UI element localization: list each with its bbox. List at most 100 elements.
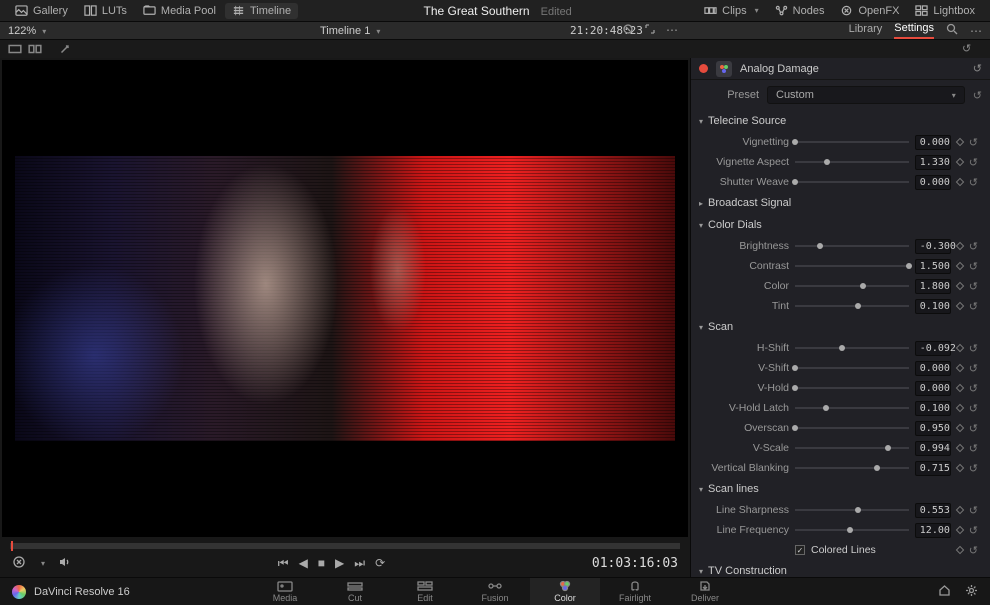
inspector-scroll[interactable]: ▾Telecine Source Vignetting 0.000 ↺ Vign… (691, 110, 990, 577)
mini-timeline[interactable] (10, 543, 680, 549)
page-fairlight[interactable]: Fairlight (600, 578, 670, 605)
preset-select[interactable]: Custom ▾ (767, 86, 965, 104)
keyframe-icon[interactable] (956, 262, 964, 270)
zoom-level[interactable]: 122% ▾ (8, 25, 46, 37)
page-deliver[interactable]: Deliver (670, 578, 740, 605)
param-reset-icon[interactable]: ↺ (969, 156, 978, 169)
checkbox[interactable]: ✓ (795, 545, 805, 555)
section-scan[interactable]: ▾Scan (691, 316, 986, 338)
param-slider[interactable] (795, 523, 909, 537)
lightbox-tab[interactable]: Lightbox (908, 3, 982, 19)
param-slider[interactable] (795, 135, 909, 149)
param-reset-icon[interactable]: ↺ (969, 402, 978, 415)
param-value[interactable]: 1.500 (915, 259, 951, 274)
settings-tab[interactable]: Settings (894, 22, 934, 39)
param-slider[interactable] (795, 155, 909, 169)
viewer-timecode[interactable]: 01:03:16:03 (592, 556, 678, 571)
keyframe-icon[interactable] (956, 302, 964, 310)
enable-dot-icon[interactable] (699, 64, 708, 73)
param-slider[interactable] (795, 259, 909, 273)
param-value[interactable]: 0.553 (915, 503, 951, 518)
first-frame-icon[interactable]: ⏮ (278, 556, 289, 571)
param-value[interactable]: 1.800 (915, 279, 951, 294)
keyframe-icon[interactable] (956, 384, 964, 392)
page-color[interactable]: Color (530, 578, 600, 605)
chevron-down-icon[interactable]: ▾ (41, 559, 45, 568)
section-scan-lines[interactable]: ▾Scan lines (691, 478, 986, 500)
page-fusion[interactable]: Fusion (460, 578, 530, 605)
param-reset-icon[interactable]: ↺ (969, 544, 978, 557)
param-reset-icon[interactable]: ↺ (969, 240, 978, 253)
gallery-tab[interactable]: Gallery (8, 3, 75, 19)
keyframe-icon[interactable] (956, 404, 964, 412)
section-tv[interactable]: ▾TV Construction (691, 560, 986, 577)
highlight-icon[interactable] (58, 42, 72, 56)
param-slider[interactable] (795, 401, 909, 415)
param-reset-icon[interactable]: ↺ (969, 280, 978, 293)
param-slider[interactable] (795, 503, 909, 517)
param-value[interactable]: 12.00 (915, 523, 951, 538)
keyframe-icon[interactable] (956, 464, 964, 472)
timeline-tab[interactable]: Timeline (225, 3, 298, 19)
param-reset-icon[interactable]: ↺ (969, 462, 978, 475)
search-icon[interactable] (946, 23, 958, 38)
prev-frame-icon[interactable]: ◀ (299, 556, 308, 570)
preset-reset-icon[interactable]: ↺ (973, 89, 982, 102)
keyframe-icon[interactable] (956, 282, 964, 290)
param-reset-icon[interactable]: ↺ (969, 442, 978, 455)
page-media[interactable]: Media (250, 578, 320, 605)
section-broadcast[interactable]: ▸Broadcast Signal (691, 192, 986, 214)
param-value[interactable]: 0.000 (915, 361, 951, 376)
param-slider[interactable] (795, 461, 909, 475)
page-edit[interactable]: Edit (390, 578, 460, 605)
param-value[interactable]: -0.092 (915, 341, 951, 356)
keyframe-icon[interactable] (956, 546, 964, 554)
timeline-selector[interactable]: Timeline 1 ▾ (320, 25, 380, 37)
param-reset-icon[interactable]: ↺ (969, 136, 978, 149)
param-reset-icon[interactable]: ↺ (969, 300, 978, 313)
param-reset-icon[interactable]: ↺ (969, 176, 978, 189)
play-icon[interactable]: ▶ (335, 556, 344, 570)
home-icon[interactable] (938, 584, 951, 600)
last-frame-icon[interactable]: ⏭ (354, 556, 365, 571)
openfx-tab[interactable]: OpenFX (833, 3, 906, 19)
param-value[interactable]: 0.994 (915, 441, 951, 456)
keyframe-icon[interactable] (956, 158, 964, 166)
param-value[interactable]: 0.000 (915, 381, 951, 396)
param-value[interactable]: 0.100 (915, 401, 951, 416)
param-slider[interactable] (795, 175, 909, 189)
nodes-tab[interactable]: Nodes (768, 3, 832, 19)
viewer-canvas[interactable] (2, 60, 688, 537)
stop-icon[interactable]: ■ (318, 556, 325, 570)
param-slider[interactable] (795, 279, 909, 293)
gear-icon[interactable] (965, 584, 978, 600)
loop-icon[interactable]: ⟳ (375, 556, 385, 570)
bypass-icon[interactable] (622, 23, 634, 38)
param-slider[interactable] (795, 239, 909, 253)
param-reset-icon[interactable]: ↺ (969, 260, 978, 273)
param-value[interactable]: 1.330 (915, 155, 951, 170)
param-reset-icon[interactable]: ↺ (969, 422, 978, 435)
param-value[interactable]: 0.950 (915, 421, 951, 436)
keyframe-icon[interactable] (956, 344, 964, 352)
param-value[interactable]: -0.300 (915, 239, 951, 254)
library-tab[interactable]: Library (849, 23, 883, 38)
param-reset-icon[interactable]: ↺ (969, 504, 978, 517)
more-icon[interactable]: ⋯ (666, 23, 678, 38)
page-cut[interactable]: Cut (320, 578, 390, 605)
luts-tab[interactable]: LUTs (77, 3, 134, 19)
section-telecine[interactable]: ▾Telecine Source (691, 110, 986, 132)
param-reset-icon[interactable]: ↺ (969, 362, 978, 375)
playhead[interactable] (11, 541, 13, 551)
param-value[interactable]: 0.000 (915, 175, 951, 190)
keyframe-icon[interactable] (956, 178, 964, 186)
keyframe-icon[interactable] (956, 242, 964, 250)
keyframe-icon[interactable] (956, 444, 964, 452)
param-reset-icon[interactable]: ↺ (969, 524, 978, 537)
media-pool-tab[interactable]: Media Pool (136, 3, 223, 19)
section-color-dials[interactable]: ▾Color Dials (691, 214, 986, 236)
param-slider[interactable] (795, 361, 909, 375)
fx-toggle-icon[interactable] (12, 555, 26, 572)
keyframe-icon[interactable] (956, 424, 964, 432)
clips-tab[interactable]: Clips ▾ (697, 3, 765, 19)
